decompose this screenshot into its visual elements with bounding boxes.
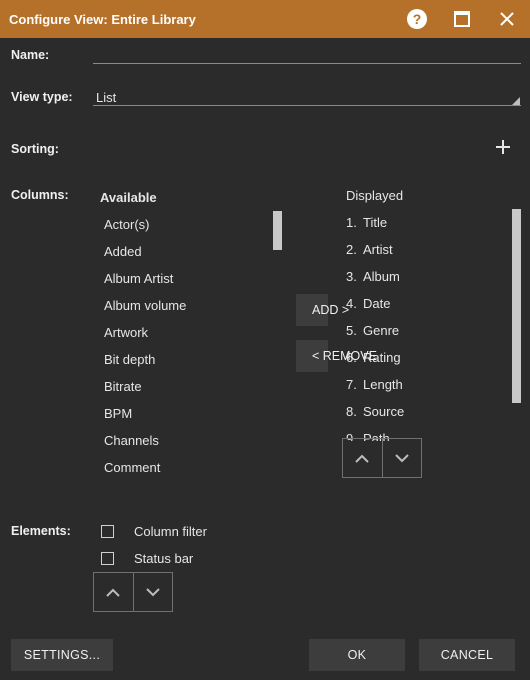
add-button[interactable]: ADD > [296,294,349,326]
maximize-icon[interactable] [449,6,475,32]
available-scrollbar[interactable] [273,211,282,250]
status-bar-checkbox[interactable] [101,551,114,565]
name-underline [93,63,521,64]
remove-button[interactable]: < REMOVE [296,340,377,372]
displayed-scrollbar[interactable] [512,209,521,403]
close-icon[interactable] [494,6,520,32]
view-type-underline [93,105,521,106]
displayed-column-label: Length [363,377,403,392]
name-label: Name: [11,48,50,62]
elements-move-up-button[interactable] [94,573,133,611]
status-bar-label: Status bar [134,550,194,566]
displayed-columns-list[interactable]: 1. Title 2. Artist 3. Album 4. Date 5. Genre 6. Rat… [346,209,506,441]
chevron-up-icon [355,454,369,463]
cancel-button[interactable]: CANCEL [419,639,515,671]
displayed-column-item[interactable]: 4. Date [346,290,506,317]
view-type-label: View type: [11,90,73,104]
help-icon[interactable]: ? [404,6,430,32]
displayed-column-item[interactable]: 1. Title [346,209,506,236]
displayed-column-label: Album [363,269,400,284]
sorting-label: Sorting: [11,142,59,156]
dropdown-arrow-icon [512,97,520,105]
displayed-header: Displayed [346,188,404,203]
settings-button[interactable]: SETTINGS... [11,639,113,671]
view-type-value: List [96,90,117,105]
svg-text:?: ? [413,11,422,27]
available-column-item[interactable]: Channels [104,427,274,454]
available-columns-list[interactable]: Actor(s) Added Album Artist Album volume Art… [104,211,274,481]
column-filter-checkbox[interactable] [101,524,114,538]
elements-move-down-button[interactable] [132,573,173,611]
columns-label: Columns: [11,188,69,202]
window-title: Configure View: Entire Library [9,12,196,27]
displayed-column-number: 5. [346,323,357,338]
ok-button[interactable]: OK [309,639,405,671]
move-down-button[interactable] [381,439,422,477]
displayed-column-label: Source [363,404,405,419]
displayed-column-label: Artist [363,242,393,257]
displayed-column-item[interactable]: 8. Source [346,398,506,425]
displayed-column-label: Date [363,296,391,311]
elements-label: Elements: [11,524,71,538]
column-filter-label: Column filter [134,523,207,539]
column-filter-option[interactable]: Column filter [101,521,207,541]
status-bar-option[interactable]: Status bar [101,548,193,568]
available-column-item[interactable]: Bit depth [104,346,274,373]
available-column-item[interactable]: Bitrate [104,373,274,400]
available-column-item[interactable]: Comment [104,454,274,481]
displayed-column-number: 8. [346,404,357,419]
displayed-reorder [342,438,422,478]
displayed-column-item[interactable]: 7. Length [346,371,506,398]
chevron-down-icon [395,453,409,462]
chevron-up-icon [106,588,120,597]
displayed-column-label: Title [363,215,388,230]
displayed-column-label: Genre [363,323,400,338]
available-column-item[interactable]: Actor(s) [104,211,274,238]
chevron-down-icon [146,587,160,596]
displayed-column-number: 7. [346,377,357,392]
name-input[interactable] [93,45,527,63]
elements-reorder [93,572,173,612]
available-column-item[interactable]: Album volume [104,292,274,319]
displayed-column-number: 3. [346,269,357,284]
available-header: Available [100,190,157,205]
displayed-column-item[interactable]: 3. Album [346,263,506,290]
plus-icon[interactable] [493,137,513,157]
displayed-column-item[interactable]: 2. Artist [346,236,506,263]
available-column-item[interactable]: Artwork [104,319,274,346]
displayed-column-item[interactable]: 5. Genre [346,317,506,344]
available-column-item[interactable]: Album Artist [104,265,274,292]
displayed-column-number: 2. [346,242,357,257]
available-column-item[interactable]: Added [104,238,274,265]
displayed-column-number: 1. [346,215,357,230]
title-bar: Configure View: Entire Library ? [0,0,530,38]
available-column-item[interactable]: BPM [104,400,274,427]
move-up-button[interactable] [343,439,382,477]
